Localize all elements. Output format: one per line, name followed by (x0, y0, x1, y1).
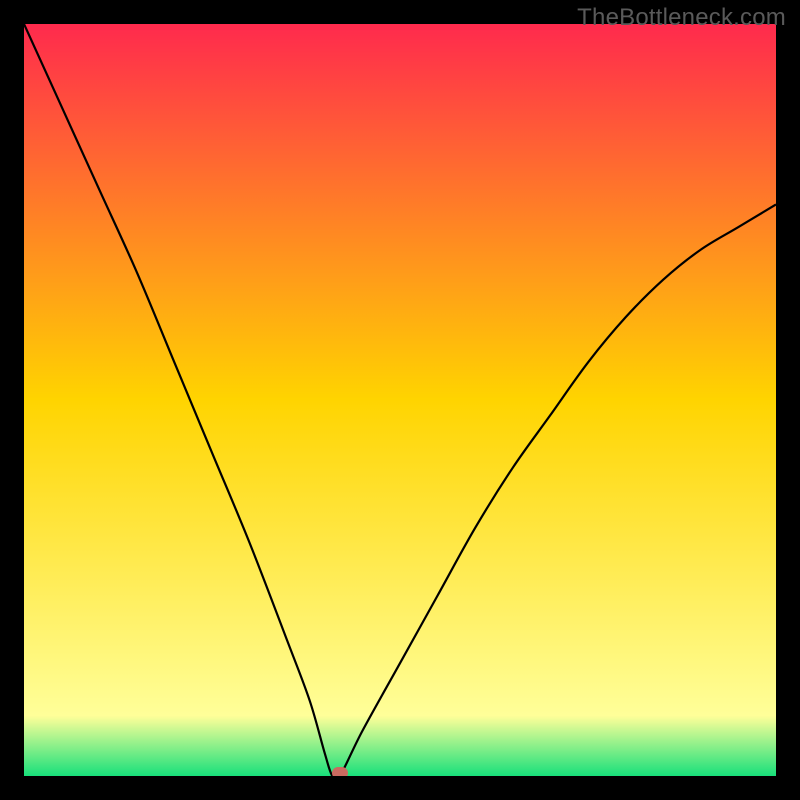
bottleneck-curve (24, 24, 776, 776)
plot-area (24, 24, 776, 776)
optimum-marker-icon (332, 767, 348, 776)
chart-container: TheBottleneck.com (0, 0, 800, 800)
watermark-text: TheBottleneck.com (577, 4, 786, 32)
